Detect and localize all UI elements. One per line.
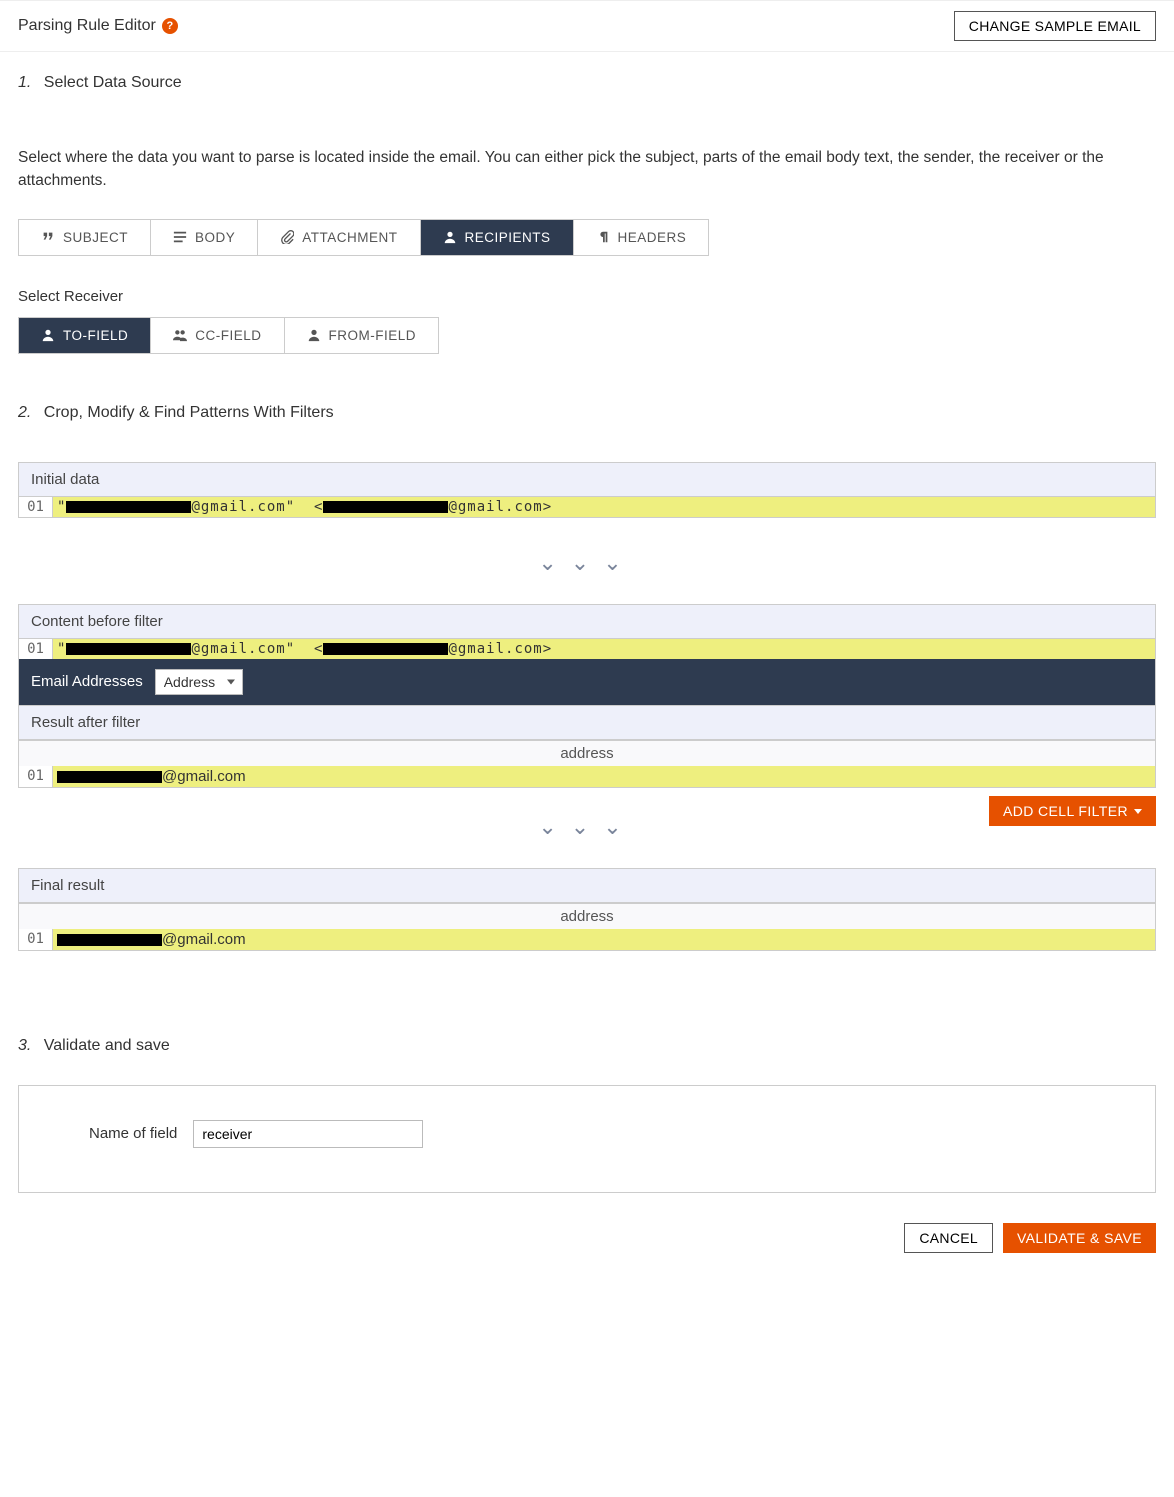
receiver-tabs: TO-FIELD CC-FIELD FROM-FIELD (18, 317, 439, 354)
add-cell-filter-button[interactable]: ADD CELL FILTER (989, 796, 1156, 826)
tab-attachment-label: ATTACHMENT (302, 230, 397, 245)
step-2-number: 2. (18, 404, 31, 421)
filter-config-bar: Email Addresses Address (19, 659, 1155, 705)
quote-icon (41, 230, 55, 244)
paperclip-icon (280, 230, 294, 244)
tab-attachment[interactable]: ATTACHMENT (258, 220, 420, 255)
tab-from-field[interactable]: FROM-FIELD (285, 318, 439, 353)
tab-recipients-label: RECIPIENTS (465, 230, 551, 245)
content-before-row: 01 "@gmail.com" <@gmail.com> (19, 639, 1155, 659)
column-header-address: address (19, 903, 1155, 929)
tab-recipients[interactable]: RECIPIENTS (421, 220, 574, 255)
result-after-label: Result after filter (19, 705, 1155, 740)
tab-to-field[interactable]: TO-FIELD (19, 318, 151, 353)
person-icon (41, 328, 55, 342)
content-before-value: "@gmail.com" <@gmail.com> (53, 639, 1155, 659)
initial-data-row: 01 "@gmail.com" <@gmail.com> (19, 497, 1155, 517)
step-1-number: 1. (18, 74, 31, 91)
step-2-heading: 2. Crop, Modify & Find Patterns With Fil… (18, 404, 1156, 422)
line-number: 01 (19, 497, 53, 517)
filter-panel: Content before filter 01 "@gmail.com" <@… (18, 604, 1156, 788)
tab-from-label: FROM-FIELD (329, 328, 417, 343)
help-icon[interactable]: ? (162, 18, 178, 34)
tab-cc-field[interactable]: CC-FIELD (151, 318, 284, 353)
select-receiver-label: Select Receiver (18, 288, 1156, 305)
line-number: 01 (19, 929, 53, 950)
step-1-heading: 1. Select Data Source (18, 74, 1156, 92)
change-sample-email-button[interactable]: CHANGE SAMPLE EMAIL (954, 11, 1156, 41)
initial-data-panel: Initial data 01 "@gmail.com" <@gmail.com… (18, 462, 1156, 518)
tab-subject[interactable]: SUBJECT (19, 220, 151, 255)
people-icon (173, 328, 187, 342)
cancel-button[interactable]: CANCEL (904, 1223, 993, 1253)
final-result-label: Final result (19, 869, 1155, 903)
tab-headers-label: HEADERS (618, 230, 687, 245)
step-2-title: Crop, Modify & Find Patterns With Filter… (44, 404, 334, 421)
step-1-description: Select where the data you want to parse … (18, 146, 1156, 193)
filter-name-label: Email Addresses (31, 673, 143, 690)
tab-headers[interactable]: HEADERS (574, 220, 709, 255)
chevron-down-icon: ⌄⌄⌄ (18, 528, 1156, 604)
page-title: Parsing Rule Editor (18, 17, 156, 35)
step-3-number: 3. (18, 1037, 31, 1054)
tab-body-label: BODY (195, 230, 235, 245)
name-of-field-form: Name of field (18, 1085, 1156, 1193)
name-of-field-label: Name of field (89, 1125, 177, 1142)
initial-data-label: Initial data (19, 463, 1155, 497)
filter-mode-select[interactable]: Address (155, 669, 243, 695)
step-1-title: Select Data Source (44, 74, 182, 91)
chevron-down-icon: ⌄⌄⌄ ADD CELL FILTER (18, 792, 1156, 868)
initial-data-value: "@gmail.com" <@gmail.com> (53, 497, 1155, 517)
column-header-address: address (19, 740, 1155, 766)
final-result-value: @gmail.com (53, 929, 1155, 950)
person-icon (443, 230, 457, 244)
tab-subject-label: SUBJECT (63, 230, 128, 245)
validate-save-button[interactable]: VALIDATE & SAVE (1003, 1223, 1156, 1253)
line-number: 01 (19, 639, 53, 659)
tab-cc-label: CC-FIELD (195, 328, 261, 343)
data-source-tabs: SUBJECT BODY ATTACHMENT RECIPIENTS HEADE… (18, 219, 709, 256)
tab-to-label: TO-FIELD (63, 328, 128, 343)
content-before-label: Content before filter (19, 605, 1155, 639)
line-number: 01 (19, 766, 53, 787)
align-icon (173, 230, 187, 244)
name-of-field-input[interactable] (193, 1120, 423, 1148)
final-result-row: 01 @gmail.com (19, 929, 1155, 950)
result-after-row: 01 @gmail.com (19, 766, 1155, 787)
person-icon (307, 328, 321, 342)
tab-body[interactable]: BODY (151, 220, 258, 255)
pilcrow-icon (596, 230, 610, 244)
result-after-value: @gmail.com (53, 766, 1155, 787)
step-3-title: Validate and save (44, 1037, 170, 1054)
final-result-panel: Final result address 01 @gmail.com (18, 868, 1156, 951)
step-3-heading: 3. Validate and save (18, 1037, 1156, 1055)
